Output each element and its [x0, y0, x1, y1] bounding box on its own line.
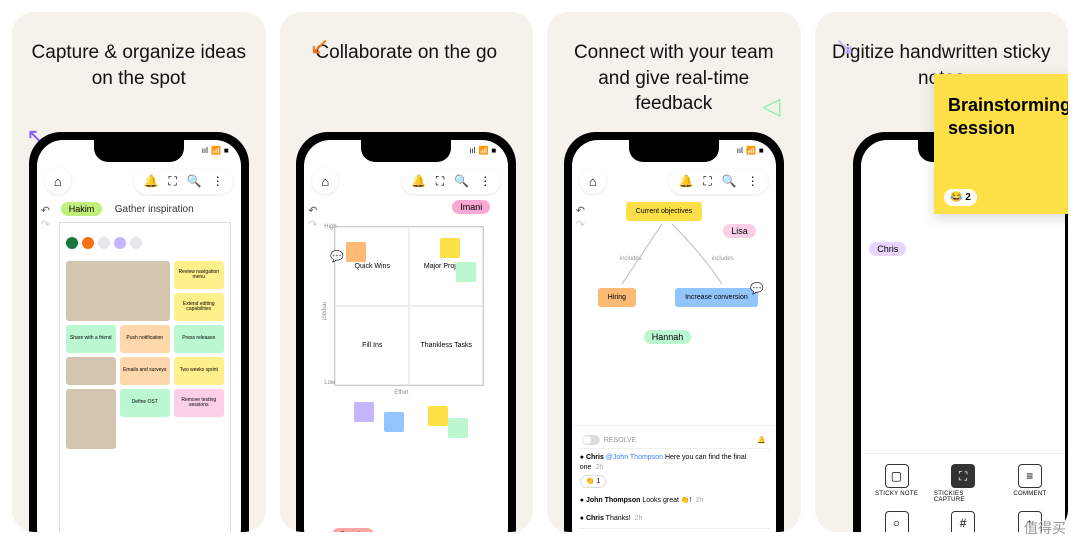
- phone-mockup-1: ııl📶■ ⌂ 🔔 ⛶ 🔍 ⋮ ↶ ↷ Hakim Gather inspira…: [29, 132, 249, 532]
- more-icon[interactable]: ⋮: [212, 174, 224, 188]
- watermark: 值得买: [1024, 518, 1066, 538]
- user-cursor-imani: Imani: [452, 200, 490, 214]
- image-placeholder: [66, 261, 170, 321]
- headline-1: Capture & organize ideas on the spot: [12, 40, 266, 91]
- home-button[interactable]: ⌂: [580, 168, 606, 194]
- crop-icon[interactable]: ⛶: [168, 174, 176, 189]
- home-button[interactable]: ⌂: [312, 168, 338, 194]
- sticky-note[interactable]: Remove testing sessions: [174, 389, 224, 417]
- user-cursor-dustin: Dustin: [332, 528, 374, 532]
- connector-lines: [612, 224, 732, 288]
- flow-node[interactable]: Increase conversion: [675, 288, 758, 307]
- flow-node[interactable]: Hiring: [598, 288, 636, 307]
- search-icon[interactable]: 🔍: [454, 174, 469, 188]
- matrix-quadrant: Thankless Tasks: [409, 306, 483, 385]
- reply-input[interactable]: Leave a reply: [578, 528, 770, 532]
- crop-icon[interactable]: ⛶: [436, 174, 444, 189]
- sticky-note[interactable]: [428, 406, 448, 426]
- comment-icon[interactable]: 💬: [750, 282, 764, 295]
- user-cursor-chris: Chris: [869, 242, 906, 256]
- axis-label: High: [324, 224, 336, 230]
- image-placeholder: [66, 389, 116, 449]
- reaction-badge[interactable]: 😂 2: [944, 189, 977, 206]
- flow-node[interactable]: Current objectives: [626, 202, 702, 221]
- redo-icon[interactable]: ↷: [41, 218, 50, 231]
- matrix-quadrant: Quick Wins: [335, 227, 409, 306]
- tool-shape[interactable]: ○SHAPE: [867, 511, 926, 532]
- sticky-note[interactable]: [456, 262, 476, 282]
- bell-icon[interactable]: 🔔: [678, 174, 693, 188]
- sticky-note[interactable]: Share with a friend: [66, 325, 116, 353]
- bell-icon[interactable]: 🔔: [143, 174, 158, 188]
- phone-mockup-2: ııl📶■ ⌂ 🔔 ⛶ 🔍 ⋮ ↶↷ Imani Dustin Ahmed Qu…: [296, 132, 516, 532]
- bell-icon[interactable]: 🔔: [757, 436, 766, 444]
- panel-digitize: Digitize handwritten sticky notes ↘ ııl📶…: [815, 12, 1069, 532]
- resolve-toggle[interactable]: [582, 435, 600, 445]
- undo-icon[interactable]: ↶: [41, 204, 50, 217]
- arrow-decoration: ↘: [835, 32, 855, 61]
- more-icon[interactable]: ⋮: [747, 174, 759, 188]
- sticky-note[interactable]: [346, 242, 366, 262]
- home-button[interactable]: ⌂: [45, 168, 71, 194]
- search-icon[interactable]: 🔍: [722, 174, 737, 188]
- tool-comment[interactable]: ≡COMMENT: [1001, 464, 1060, 503]
- comment-item[interactable]: ● Chris Thanks!2h: [578, 510, 770, 528]
- phone-mockup-3: ııl📶■ ⌂ 🔔⛶🔍⋮ ↶↷ Lisa Hannah Current obje…: [564, 132, 784, 532]
- sticky-note[interactable]: [384, 412, 404, 432]
- comment-item[interactable]: ● John Thompson Looks great 👏!2h: [578, 492, 770, 510]
- panel-collaborate: Collaborate on the go ↙ ııl📶■ ⌂ 🔔 ⛶ 🔍 ⋮ …: [280, 12, 534, 532]
- sticky-note[interactable]: Two weeks sprint: [174, 357, 224, 385]
- sticky-note[interactable]: Push notification: [120, 325, 170, 353]
- undo-icon[interactable]: ↶: [576, 204, 585, 217]
- handwritten-sticky[interactable]: Brainstorming session 😂 2: [934, 74, 1068, 214]
- axis-label: Impact: [320, 302, 326, 320]
- top-toolbar: 🔔 ⛶ 🔍 ⋮: [134, 169, 232, 194]
- arrow-decoration: ◁: [762, 92, 780, 121]
- comments-panel: RESOLVE 🔔 ● Chris @John Thompson Here yo…: [572, 425, 776, 532]
- user-cursor-hannah: Hannah: [644, 330, 692, 344]
- sticky-note[interactable]: Extend editing capabilities: [174, 293, 224, 321]
- comment-icon[interactable]: 💬: [330, 250, 344, 263]
- sticky-note[interactable]: [354, 402, 374, 422]
- more-icon[interactable]: ⋮: [479, 174, 491, 188]
- search-icon[interactable]: 🔍: [187, 174, 202, 188]
- status-bar: ııl📶■: [202, 146, 229, 155]
- moodboard[interactable]: Review navigation menu Extend editing ca…: [59, 222, 231, 532]
- top-toolbar: 🔔 ⛶ 🔍 ⋮: [402, 169, 500, 194]
- arrow-decoration: ↙: [310, 32, 330, 61]
- undo-icon[interactable]: ↶: [308, 204, 317, 217]
- panel-feedback: Connect with your team and give real-tim…: [547, 12, 801, 532]
- undo-redo: ↶ ↷: [41, 204, 50, 231]
- status-bar: ııl📶■: [469, 146, 496, 155]
- axis-label: Low: [324, 380, 335, 386]
- axis-label: Effort: [394, 390, 408, 396]
- headline-2: Collaborate on the go: [303, 40, 509, 66]
- sticky-note[interactable]: Review navigation menu: [174, 261, 224, 289]
- color-palette[interactable]: [66, 229, 224, 257]
- sticky-note[interactable]: [448, 418, 468, 438]
- tool-sticky-note[interactable]: ▢STICKY NOTE: [867, 464, 926, 503]
- comment-item[interactable]: ● Chris @John Thompson Here you can find…: [578, 449, 770, 492]
- sticky-note[interactable]: Press releases: [174, 325, 224, 353]
- redo-icon[interactable]: ↷: [308, 218, 317, 231]
- board-title: Gather inspiration: [115, 204, 194, 215]
- user-cursor-hakim: Hakim: [61, 202, 103, 216]
- matrix-quadrant: Fill Ins: [335, 306, 409, 385]
- tool-frame[interactable]: #FRAME: [934, 511, 993, 532]
- sticky-note[interactable]: Emails and surveys: [120, 357, 170, 385]
- bell-icon[interactable]: 🔔: [411, 174, 426, 188]
- sticky-note[interactable]: Define OST: [120, 389, 170, 417]
- sticky-note[interactable]: [440, 238, 460, 258]
- tool-stickies-capture[interactable]: ⛶STICKIES CAPTURE: [934, 464, 993, 503]
- panel-capture: Capture & organize ideas on the spot ↖ ı…: [12, 12, 266, 532]
- image-placeholder: [66, 357, 116, 385]
- redo-icon[interactable]: ↷: [576, 218, 585, 231]
- crop-icon[interactable]: ⛶: [703, 174, 711, 189]
